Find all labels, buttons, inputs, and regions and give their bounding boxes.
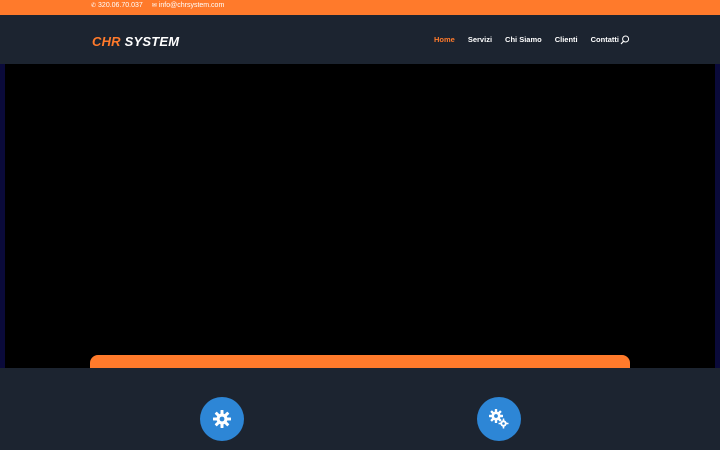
logo-system: SYSTEM — [124, 34, 180, 49]
email-address: info@chrsystem.com — [158, 2, 225, 9]
site-header: CHR SYSTEM Home Servizi Chi Siamo Client… — [0, 15, 720, 64]
nav-item-servizi[interactable]: Servizi — [468, 35, 492, 44]
feature-circle-2 — [477, 397, 521, 441]
top-bar: ✆ 320.06.70.037 ✉ info@chrsystem.com — [0, 0, 720, 15]
contact-info: ✆ 320.06.70.037 ✉ info@chrsystem.com — [91, 2, 224, 9]
gear-icon — [213, 410, 231, 428]
phone-number: 320.06.70.037 — [98, 2, 143, 9]
search-icon[interactable] — [620, 35, 630, 45]
site-logo[interactable]: CHR SYSTEM — [92, 34, 179, 49]
nav-item-chi-siamo[interactable]: Chi Siamo — [505, 35, 542, 44]
logo-chr: CHR — [92, 34, 121, 49]
envelope-icon: ✉ — [151, 2, 157, 9]
nav-item-contatti[interactable]: Contatti — [591, 35, 619, 44]
phone-icon: ✆ — [91, 2, 97, 9]
feature-circle-1 — [200, 397, 244, 441]
hero-orange-band — [90, 355, 630, 368]
features-section — [0, 368, 720, 450]
nav-item-home[interactable]: Home — [434, 35, 455, 44]
gears-icon — [489, 409, 509, 429]
main-nav: Home Servizi Chi Siamo Clienti Contatti — [434, 35, 619, 44]
phone-contact[interactable]: ✆ 320.06.70.037 — [91, 2, 143, 9]
hero-video-area[interactable] — [0, 64, 720, 368]
email-contact[interactable]: ✉ info@chrsystem.com — [152, 2, 225, 9]
nav-item-clienti[interactable]: Clienti — [555, 35, 578, 44]
